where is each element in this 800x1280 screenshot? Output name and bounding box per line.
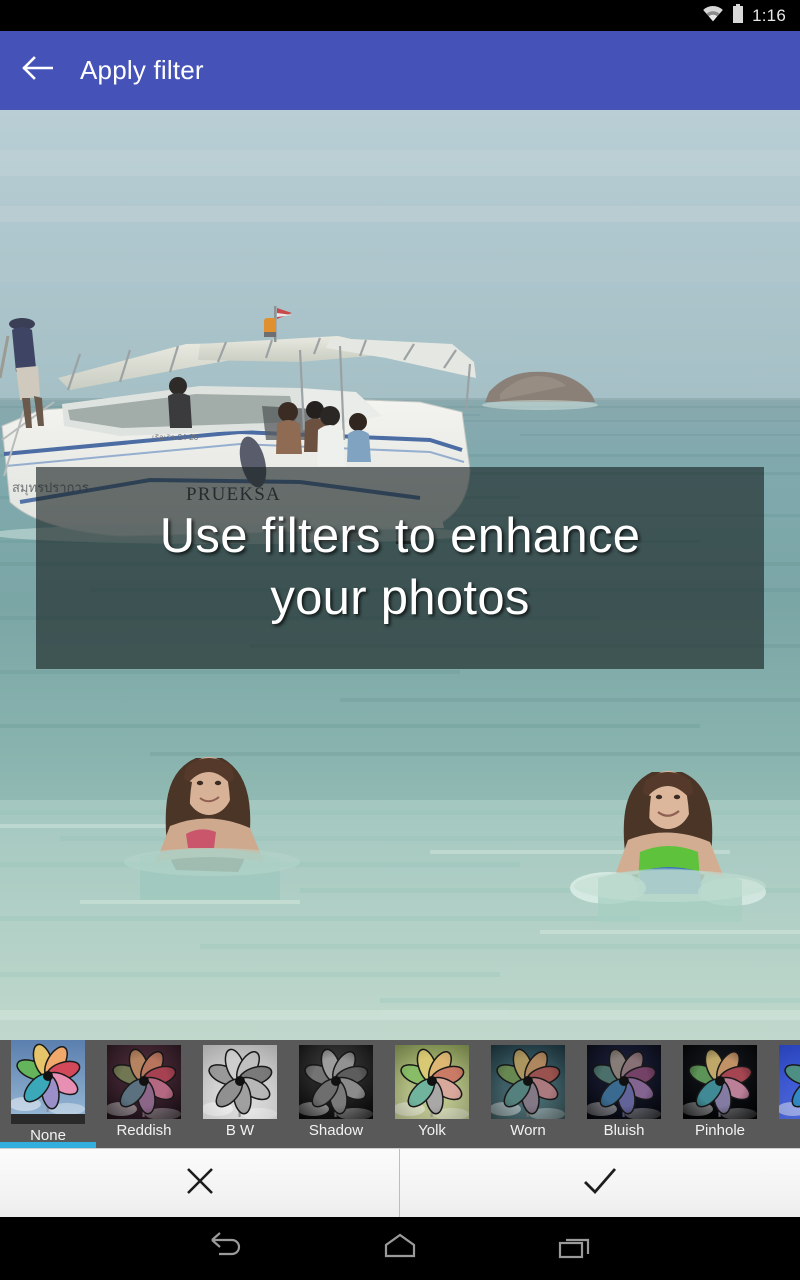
overlay-line-1: Use filters to enhance xyxy=(159,509,641,564)
nav-home-button[interactable] xyxy=(371,1225,429,1273)
pinwheel-thumb-bluish xyxy=(587,1045,661,1119)
filter-label: Shadow xyxy=(308,1122,364,1139)
status-clock: 1:16 xyxy=(752,5,786,25)
pinwheel-thumb-pinhole xyxy=(683,1045,757,1119)
arrow-back-icon xyxy=(21,55,55,86)
nav-back-icon xyxy=(208,1231,244,1266)
pinwheel-thumb-partial xyxy=(779,1045,800,1119)
close-icon xyxy=(183,1164,217,1203)
accept-button[interactable] xyxy=(400,1149,800,1217)
pinwheel-thumb-bw xyxy=(203,1045,277,1119)
filter-item-pinhole[interactable]: Pinhole xyxy=(672,1040,768,1148)
device-screen: 1:16 Apply filter เรือเร็ว 24-26 Use fil… xyxy=(0,0,800,1280)
pinwheel-thumb-shadow xyxy=(299,1045,373,1119)
nav-home-icon xyxy=(382,1231,418,1266)
filter-item-reddish[interactable]: Reddish xyxy=(96,1040,192,1148)
page-title: Apply filter xyxy=(80,55,204,85)
system-nav-bar xyxy=(0,1217,800,1280)
filter-label: Reddish xyxy=(116,1122,172,1139)
pinwheel-thumb-none xyxy=(11,1040,85,1124)
pinwheel-thumb-worn xyxy=(491,1045,565,1119)
nav-recents-button[interactable] xyxy=(545,1225,603,1273)
filter-label: Yolk xyxy=(418,1122,446,1139)
filter-item-more[interactable] xyxy=(768,1040,800,1148)
filter-label: Bluish xyxy=(603,1122,645,1139)
battery-icon xyxy=(732,3,744,28)
filter-item-worn[interactable]: Worn xyxy=(480,1040,576,1148)
filter-thumbnail-strip[interactable]: None Reddish B W Shadow Yolk Worn Bluish… xyxy=(0,1040,800,1148)
wifi-icon xyxy=(702,5,724,27)
cancel-button[interactable] xyxy=(0,1149,400,1217)
filter-label: B W xyxy=(225,1122,255,1139)
back-button[interactable] xyxy=(18,51,58,91)
filter-label: Pinhole xyxy=(694,1122,746,1139)
filter-item-b-w[interactable]: B W xyxy=(192,1040,288,1148)
pinwheel-thumb-yolk xyxy=(395,1045,469,1119)
filter-item-none[interactable]: None xyxy=(0,1040,96,1148)
overlay-line-2: your photos xyxy=(270,571,530,625)
pinwheel-thumb-reddish xyxy=(107,1045,181,1119)
nav-recents-icon xyxy=(557,1231,591,1266)
nav-back-button[interactable] xyxy=(197,1225,255,1273)
confirm-bar xyxy=(0,1148,800,1217)
filter-item-bluish[interactable]: Bluish xyxy=(576,1040,672,1148)
action-bar: Apply filter xyxy=(0,31,800,110)
status-bar: 1:16 xyxy=(0,0,800,31)
photo-preview[interactable]: 200 200 PRUEKSA สมุทรปราการ เรือเร็ว 24-… xyxy=(0,110,800,1040)
check-icon xyxy=(581,1164,619,1203)
filter-label: Worn xyxy=(510,1122,546,1139)
filter-item-yolk[interactable]: Yolk xyxy=(384,1040,480,1148)
filter-item-shadow[interactable]: Shadow xyxy=(288,1040,384,1148)
overlay-banner: Use filters to enhance your photos xyxy=(36,467,764,669)
